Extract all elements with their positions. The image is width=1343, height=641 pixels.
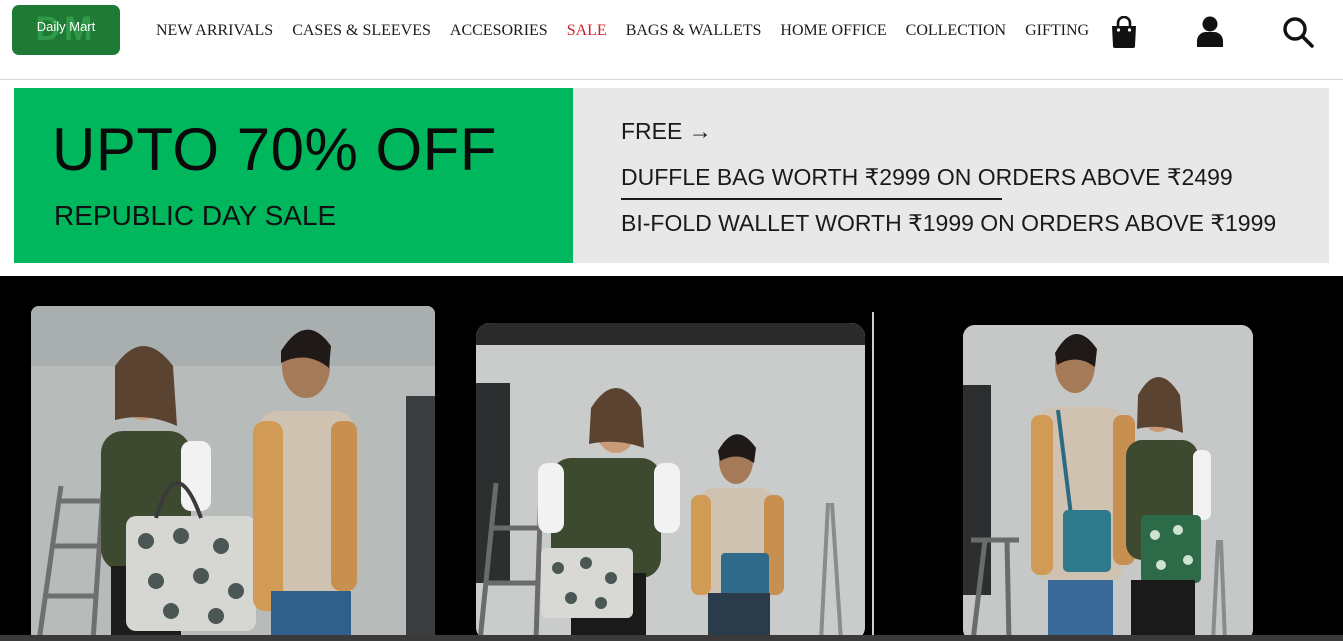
search-button[interactable]	[1280, 14, 1316, 50]
gallery-divider	[872, 312, 874, 641]
promo-banner[interactable]: UPTO 70% OFF REPUBLIC DAY SALE FREE → DU…	[14, 88, 1329, 263]
nav-item-collection[interactable]: COLLECTION	[906, 20, 1006, 42]
banner-subheadline: REPUBLIC DAY SALE	[54, 200, 337, 231]
nav-item-gifting[interactable]: GIFTING	[1025, 20, 1089, 42]
banner-offers-panel: FREE → DUFFLE BAG WORTH ₹2999 ON ORDERS …	[573, 88, 1329, 263]
lookbook-photo-crossbody[interactable]	[963, 325, 1253, 641]
site-header: DM Daily Mart NEW ARRIVALS CASES & SLEEV…	[0, 0, 1343, 80]
main-nav: NEW ARRIVALS CASES & SLEEVES ACCESORIES …	[156, 20, 1108, 42]
user-icon	[1197, 16, 1223, 47]
banner-free-label: FREE →	[621, 118, 712, 144]
nav-item-home-office[interactable]: HOME OFFICE	[780, 20, 886, 42]
banner-offer-duffle: DUFFLE BAG WORTH ₹2999 ON ORDERS ABOVE ₹…	[621, 164, 1233, 190]
banner-offer-divider	[621, 198, 1002, 200]
logo-name: Daily Mart	[36, 19, 96, 34]
brand-logo[interactable]: DM Daily Mart	[12, 5, 120, 55]
gallery-scroll-strip	[0, 635, 1343, 641]
account-button[interactable]	[1192, 14, 1228, 50]
nav-item-sale[interactable]: SALE	[567, 20, 607, 42]
search-icon	[1283, 17, 1314, 48]
lookbook-photo-tote[interactable]	[31, 306, 435, 641]
banner-headline: UPTO 70% OFF	[52, 116, 497, 183]
cart-button[interactable]	[1106, 14, 1142, 50]
shopping-bag-icon	[1112, 16, 1136, 48]
nav-item-bags-wallets[interactable]: BAGS & WALLETS	[626, 20, 762, 42]
banner-sale-panel: UPTO 70% OFF REPUBLIC DAY SALE	[14, 88, 573, 263]
lookbook-photo-sleeves[interactable]	[476, 323, 865, 641]
nav-item-accessories[interactable]: ACCESORIES	[450, 20, 548, 42]
lookbook-gallery	[0, 276, 1343, 641]
nav-item-new-arrivals[interactable]: NEW ARRIVALS	[156, 20, 273, 42]
nav-item-cases-sleeves[interactable]: CASES & SLEEVES	[292, 20, 431, 42]
banner-offer-wallet: BI-FOLD WALLET WORTH ₹1999 ON ORDERS ABO…	[621, 210, 1277, 236]
